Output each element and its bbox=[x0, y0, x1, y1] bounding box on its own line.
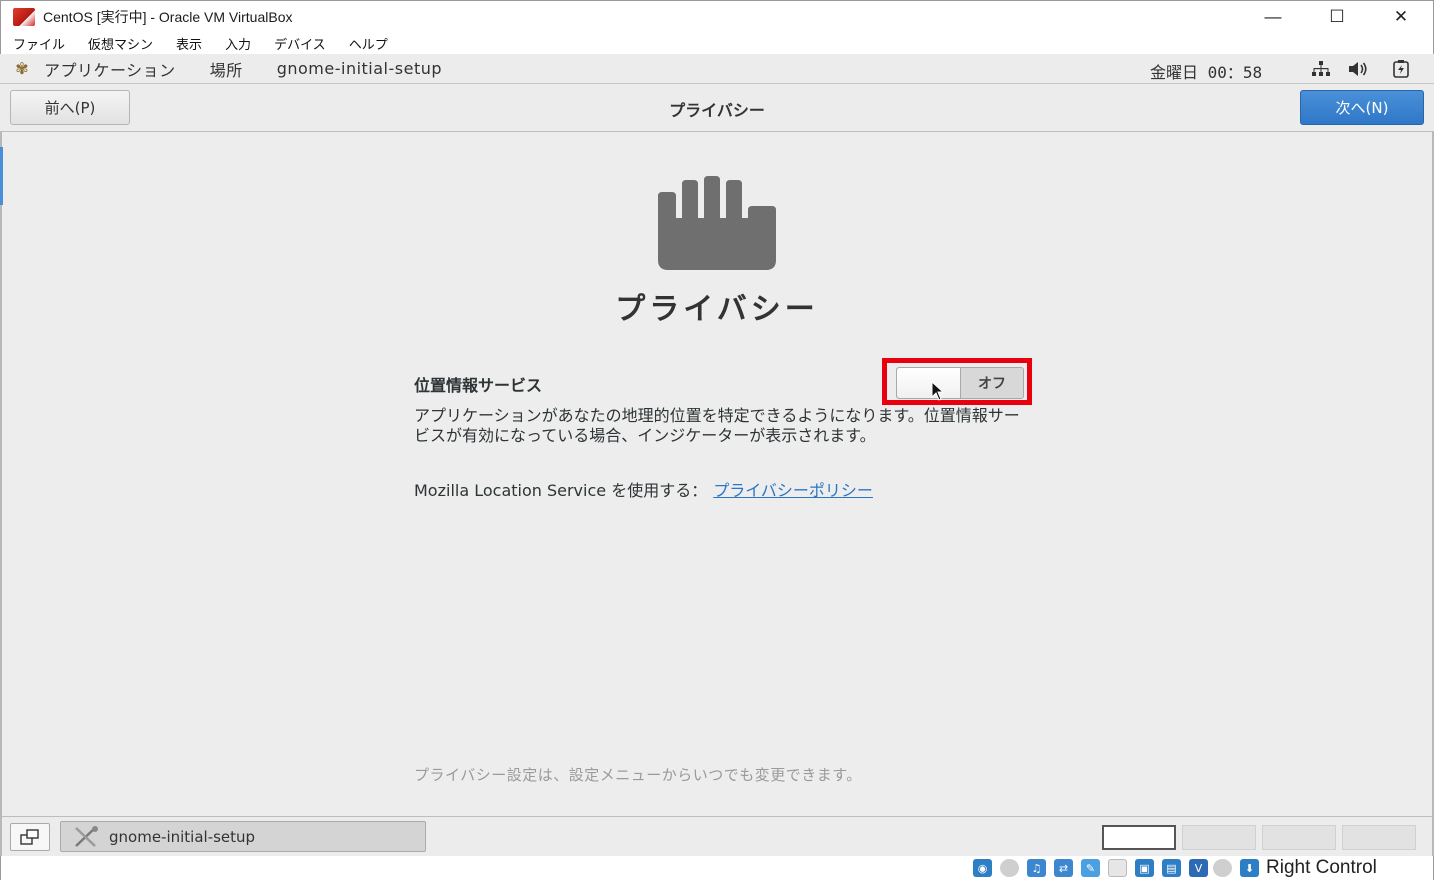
window-title: CentOS [実行中] - Oracle VM VirtualBox bbox=[43, 8, 293, 25]
close-button[interactable]: ✕ bbox=[1369, 1, 1433, 33]
host-key-label: Right Control bbox=[1266, 857, 1377, 878]
vbox-menubar: ファイル 仮想マシン 表示 入力 デバイス ヘルプ bbox=[0, 32, 1434, 54]
applications-icon[interactable]: ✾ bbox=[12, 59, 32, 79]
menu-input[interactable]: 入力 bbox=[225, 34, 251, 53]
workspace-1[interactable] bbox=[1102, 825, 1176, 850]
menu-help[interactable]: ヘルプ bbox=[349, 34, 388, 53]
workspace-4[interactable] bbox=[1342, 825, 1416, 850]
mls-text: Mozilla Location Service を使用する： bbox=[414, 481, 708, 500]
switch-state-label: オフ bbox=[978, 376, 1006, 392]
taskbar-window-label: gnome-initial-setup bbox=[109, 827, 256, 846]
mouse-integration-icon[interactable] bbox=[1213, 859, 1232, 877]
menu-view[interactable]: 表示 bbox=[176, 34, 202, 53]
privacy-policy-link[interactable]: プライバシーポリシー bbox=[713, 481, 873, 500]
shared-folders-icon[interactable] bbox=[1108, 859, 1127, 877]
privacy-hand-icon bbox=[658, 176, 776, 270]
next-button[interactable]: 次へ(N) bbox=[1300, 90, 1424, 125]
taskbar-window-item[interactable]: gnome-initial-setup bbox=[60, 821, 426, 852]
setup-headerbar: 前へ(P) プライバシー 次へ(N) bbox=[0, 84, 1434, 132]
tools-icon bbox=[73, 825, 99, 848]
show-desktop-icon bbox=[20, 829, 39, 845]
video-capture-icon[interactable]: ▤ bbox=[1162, 859, 1181, 877]
places-menu[interactable]: 場所 bbox=[210, 57, 243, 81]
window-titlebar: CentOS [実行中] - Oracle VM VirtualBox — ☐ … bbox=[0, 0, 1434, 32]
hard-disk-icon[interactable]: ◉ bbox=[973, 859, 992, 877]
location-services-description: アプリケーションがあなたの地理的位置を特定できるようになります。位置情報サービス… bbox=[414, 406, 1020, 445]
menu-devices[interactable]: デバイス bbox=[274, 34, 326, 53]
network-adapter-icon[interactable]: ⇄ bbox=[1054, 859, 1073, 877]
gnome-top-panel: ✾ アプリケーション 場所 gnome-initial-setup 金曜日 00… bbox=[0, 54, 1434, 84]
display-icon[interactable]: ▣ bbox=[1135, 859, 1154, 877]
page-title: プライバシー bbox=[615, 292, 819, 327]
minimize-button[interactable]: — bbox=[1241, 1, 1305, 33]
workspace-3[interactable] bbox=[1262, 825, 1336, 850]
usb-icon[interactable]: ✎ bbox=[1081, 859, 1100, 877]
vbox-status-bar: ◉ ♫ ⇄ ✎ ▣ ▤ V ⬇ Right Control bbox=[0, 856, 1434, 880]
privacy-footer-note: プライバシー設定は、設定メニューからいつでも変更できます。 bbox=[414, 766, 862, 784]
menu-machine[interactable]: 仮想マシン bbox=[88, 34, 153, 53]
optical-drive-icon[interactable] bbox=[1000, 859, 1019, 877]
applications-menu[interactable]: アプリケーション bbox=[44, 57, 176, 81]
virtualization-icon[interactable]: V bbox=[1189, 859, 1208, 877]
volume-icon[interactable] bbox=[1348, 59, 1370, 79]
mls-line: Mozilla Location Service を使用する： プライバシーポリシ… bbox=[414, 477, 873, 501]
app-menu[interactable]: gnome-initial-setup bbox=[277, 59, 442, 78]
virtualbox-app-icon bbox=[13, 7, 35, 26]
privacy-page: プライバシー 位置情報サービス オフ アプリケーションがあなたの地理的位置を特定… bbox=[0, 132, 1434, 816]
menu-file[interactable]: ファイル bbox=[13, 34, 65, 53]
workspace-2[interactable] bbox=[1182, 825, 1256, 850]
show-desktop-button[interactable] bbox=[10, 823, 50, 851]
gnome-bottom-panel: gnome-initial-setup bbox=[0, 816, 1434, 856]
power-icon[interactable] bbox=[1390, 59, 1412, 79]
network-icon[interactable] bbox=[1310, 59, 1332, 79]
switch-knob[interactable] bbox=[897, 368, 961, 398]
audio-icon[interactable]: ♫ bbox=[1027, 859, 1046, 877]
location-services-switch[interactable]: オフ bbox=[896, 367, 1024, 399]
maximize-button[interactable]: ☐ bbox=[1305, 1, 1369, 33]
mouse-cursor-icon bbox=[931, 381, 945, 401]
location-services-label: 位置情報サービス bbox=[414, 376, 543, 395]
keyboard-capture-icon[interactable]: ⬇ bbox=[1240, 859, 1259, 877]
header-title: プライバシー bbox=[669, 101, 765, 120]
left-edge-accent bbox=[0, 147, 3, 205]
panel-clock[interactable]: 金曜日 00：58 bbox=[1150, 59, 1262, 83]
